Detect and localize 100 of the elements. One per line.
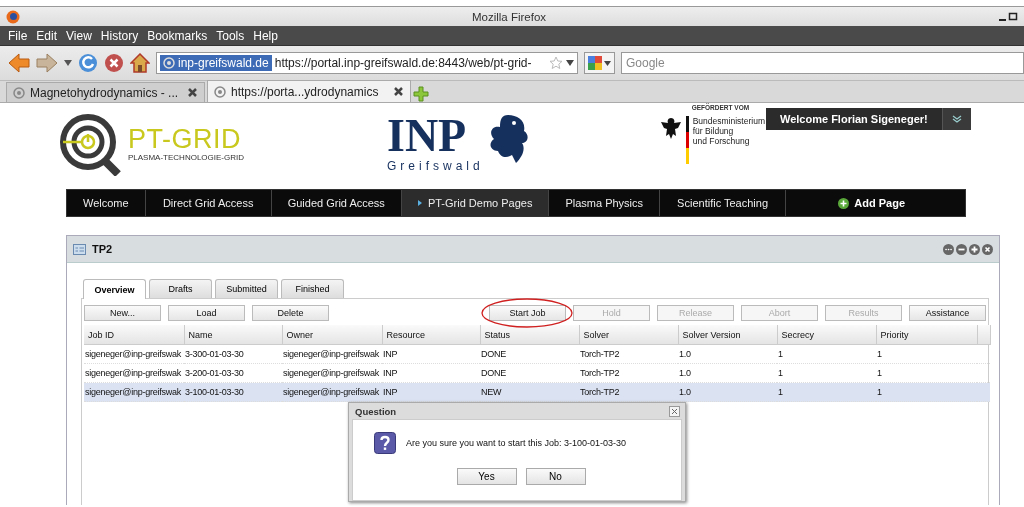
sponsor-name-line: für Bildung	[692, 126, 735, 137]
dropdown-caret-icon[interactable]	[64, 60, 72, 66]
dialog-button[interactable]: Yes	[456, 468, 517, 485]
menu-item[interactable]: Edit	[36, 28, 58, 43]
table-cell: 3-200-01-03-30	[184, 363, 282, 383]
table-cell: sigeneger@inp-greifswak	[282, 363, 382, 383]
table-cell: 1	[876, 344, 977, 364]
url-text: https://portal.inp-greifswald.de:8443/web/pt-grid-	[274, 56, 533, 70]
toolbar-button[interactable]: Load	[168, 305, 245, 321]
menu-item[interactable]: Help	[253, 28, 278, 43]
portlet-title: TP2	[92, 243, 114, 255]
menu-item[interactable]: History	[100, 28, 139, 43]
browser-tab[interactable]: https://porta...ydrodynamics	[207, 80, 411, 102]
home-icon[interactable]	[130, 53, 150, 73]
table-cell: INP	[382, 382, 480, 402]
menu-item[interactable]: Bookmarks	[147, 28, 208, 43]
add-page-link[interactable]: Add Page	[838, 190, 905, 216]
dropdown-caret-icon[interactable]	[566, 60, 574, 66]
tab[interactable]: Drafts	[149, 279, 212, 298]
menu-item[interactable]: File	[8, 28, 28, 43]
column-header[interactable]: Name	[184, 325, 282, 345]
table-row[interactable]: sigeneger@inp-greifswak 3-200-01-03-30 sigeneger@inp-greifswak INP DONE Torch-TP2 1.0 1 1	[84, 363, 990, 383]
tab[interactable]: Submitted	[215, 279, 278, 298]
maximize-icon[interactable]	[1008, 11, 1018, 22]
close-icon[interactable]	[187, 87, 198, 98]
close-icon[interactable]	[669, 405, 680, 417]
magnifier-power-logo-icon	[58, 112, 122, 176]
search-field[interactable]: Google	[621, 52, 1024, 74]
column-header[interactable]: Resource	[382, 325, 480, 345]
back-arrow-icon[interactable]	[8, 53, 30, 73]
close-icon[interactable]	[982, 243, 993, 255]
menu-item[interactable]: Tools	[216, 28, 245, 43]
nav-item[interactable]: Direct Grid Access	[145, 190, 272, 216]
flag-stripe	[685, 116, 689, 164]
table-row[interactable]: sigeneger@inp-greifswak 3-300-01-03-30 sigeneger@inp-greifswak INP DONE Torch-TP2 1.0 1 1	[84, 344, 990, 364]
toolbar-button[interactable]: Delete	[252, 305, 329, 321]
inp-logo-subtitle: Greifswald	[387, 159, 484, 173]
toolbar-button[interactable]: Assistance	[909, 305, 986, 321]
table-cell: sigeneger@inp-greifswak	[84, 363, 184, 383]
column-header[interactable]: Secrecy	[777, 325, 876, 345]
table-cell: 1	[777, 344, 876, 364]
window-title: Mozilla Firefox	[470, 10, 548, 23]
globe-icon	[13, 86, 25, 99]
sponsor-name-line: Bundesministerium	[692, 116, 765, 127]
tab[interactable]: Finished	[281, 279, 344, 298]
address-bar[interactable]: inp-greifswald.de https://portal.inp-greifswald.de:8443/web/pt-grid-	[156, 52, 578, 74]
question-mark-icon	[374, 432, 396, 454]
reload-icon[interactable]	[78, 53, 98, 73]
table-cell: 3-300-01-03-30	[184, 344, 282, 364]
column-header[interactable]: Job ID	[84, 325, 184, 345]
dropdown-caret-icon	[604, 60, 611, 66]
table-cell: 1	[876, 363, 977, 383]
table-cell: Torch-TP2	[579, 363, 678, 383]
nav-item[interactable]: Scientific Teaching	[660, 190, 787, 216]
table-cell: DONE	[480, 344, 579, 364]
options-icon[interactable]	[943, 243, 954, 255]
table-cell: INP	[382, 344, 480, 364]
triangle-bullet-icon	[417, 200, 422, 206]
column-header[interactable]: Owner	[282, 325, 382, 345]
column-header[interactable]: Solver	[579, 325, 678, 345]
nav-item[interactable]: Plasma Physics	[549, 190, 661, 216]
logo-title: PT-GRID	[128, 126, 242, 153]
user-menu-toggle[interactable]	[941, 108, 971, 130]
toolbar-button[interactable]: Start Job	[489, 305, 566, 321]
dialog-title: Question	[355, 405, 398, 417]
table-row[interactable]: sigeneger@inp-greifswak 3-100-01-03-30 sigeneger@inp-greifswak INP NEW Torch-TP2 1.0 1 1	[84, 382, 990, 402]
plus-circle-icon	[838, 197, 850, 209]
tab[interactable]: Overview	[83, 279, 146, 299]
table-cell: sigeneger@inp-greifswak	[282, 382, 382, 402]
toolbar-button[interactable]: New...	[84, 305, 161, 321]
maximize-icon[interactable]	[969, 243, 980, 255]
nav-item[interactable]: Guided Grid Access	[271, 190, 402, 216]
dialog-message: Are you sure you want to start this Job: 3-100-01-03-30	[406, 438, 627, 448]
firefox-icon	[6, 9, 20, 24]
sponsor-name-line: und Forschung	[692, 136, 751, 147]
table-cell: INP	[382, 363, 480, 383]
nav-item[interactable]: PT-Grid Demo Pages	[401, 190, 550, 216]
globe-icon	[214, 85, 226, 98]
forward-arrow-icon[interactable]	[36, 53, 58, 73]
column-header[interactable]: Status	[480, 325, 579, 345]
site-globe-icon	[163, 57, 175, 69]
browser-tab[interactable]: Magnetohydrodynamics - ...	[6, 82, 205, 102]
dialog-button[interactable]: No	[525, 468, 586, 485]
double-chevron-icon	[951, 115, 962, 123]
welcome-button[interactable]: Welcome Florian Sigeneger!	[766, 108, 942, 130]
column-header[interactable]: Solver Version	[678, 325, 777, 345]
table-cell: sigeneger@inp-greifswak	[84, 382, 184, 402]
stop-icon[interactable]	[104, 53, 124, 73]
search-engine-selector[interactable]	[584, 52, 615, 74]
eagle-icon	[659, 116, 682, 140]
logo-subtitle: PLASMA-TECHNOLOGIE-GRID	[128, 153, 244, 162]
menu-item[interactable]: View	[66, 28, 92, 43]
minimize-icon[interactable]	[956, 243, 967, 255]
column-header[interactable]: Priority	[876, 325, 977, 345]
star-icon[interactable]	[549, 56, 563, 70]
table-cell: 1.0	[678, 363, 777, 383]
nav-item[interactable]: Welcome	[67, 190, 146, 216]
table-cell: sigeneger@inp-greifswak	[282, 344, 382, 364]
table-cell: Torch-TP2	[579, 344, 678, 364]
close-icon[interactable]	[393, 86, 404, 97]
